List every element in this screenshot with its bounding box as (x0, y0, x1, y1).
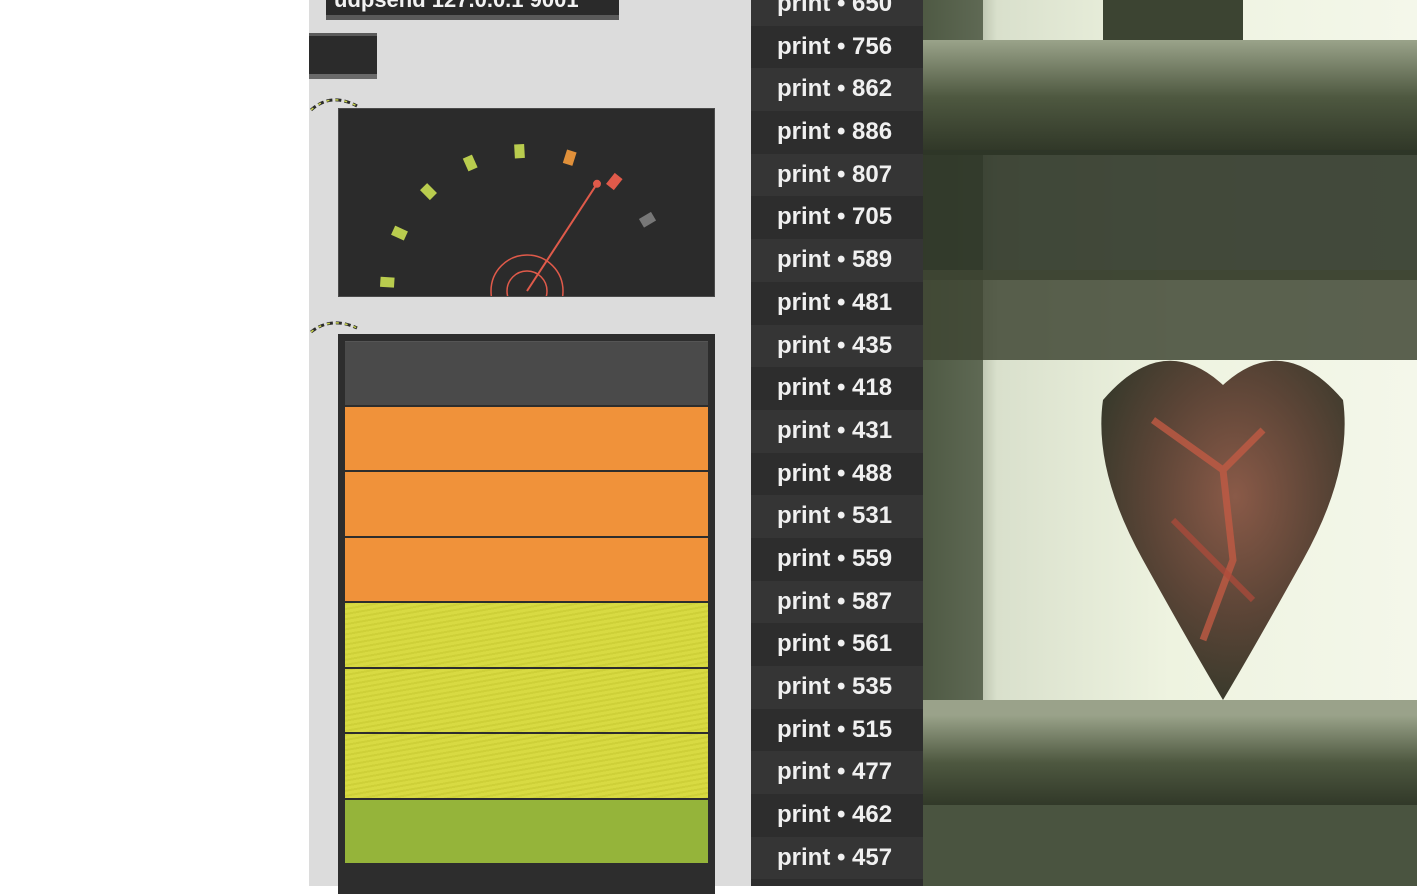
console-line: print • 650 (751, 0, 923, 26)
console-lines: print • 650 print • 756 print • 862 print •… (751, 0, 923, 886)
console-line: print • 457 (751, 836, 923, 880)
console-line: print • 561 (751, 623, 923, 666)
max-console[interactable]: print • 650 print • 756 print • 862 print •… (751, 0, 923, 886)
console-line: print • 477 (751, 751, 923, 795)
console-line: print • 481 (751, 281, 923, 325)
hydraulic-press-heart-image (923, 0, 1417, 886)
meter-segment-yellow (345, 734, 708, 800)
gauge-face (379, 143, 657, 296)
console-line: print • 535 (751, 666, 923, 709)
console-line: print • 418 (751, 367, 923, 410)
console-line: print • 488 (751, 452, 923, 496)
meter-segment-orange (345, 472, 708, 538)
udpsend-label: udpsend 127.0.0.1 9001 (334, 0, 579, 12)
console-line: print • 430 (751, 879, 923, 886)
console-line: print • 435 (751, 324, 923, 368)
gauge-tick (514, 143, 525, 159)
gauge-hub-inner-ring (506, 270, 548, 296)
console-line: print • 587 (751, 580, 923, 624)
meter-segment-yellow (345, 668, 708, 734)
meter-segment-off (345, 341, 708, 407)
gauge-needle-tip (593, 179, 601, 188)
gauge-tick (391, 225, 408, 241)
gauge-tick (606, 172, 623, 191)
console-line: print • 515 (751, 708, 923, 752)
gauge-tick (638, 211, 657, 228)
gauge-tick (379, 276, 395, 288)
message-box[interactable] (309, 33, 377, 79)
udpsend-object[interactable]: udpsend 127.0.0.1 9001 (326, 0, 619, 20)
max-patcher-canvas: udpsend 127.0.0.1 9001 (309, 0, 751, 894)
meter-segment-yellow (345, 603, 708, 669)
console-line: print • 589 (751, 239, 923, 282)
console-line: print • 862 (751, 68, 923, 112)
meter-segment-orange (345, 537, 708, 603)
console-line: print • 807 (751, 153, 923, 197)
console-line: print • 559 (751, 537, 923, 581)
gauge-tick (420, 183, 437, 201)
level-meter[interactable] (338, 334, 715, 894)
console-line: print • 531 (751, 495, 923, 538)
console-line: print • 462 (751, 794, 923, 837)
console-line: print • 705 (751, 196, 923, 240)
dial-gauge[interactable] (338, 108, 715, 297)
video-preview (923, 0, 1417, 886)
meter-segment-green (345, 799, 708, 865)
console-line: print • 886 (751, 111, 923, 154)
gauge-tick (462, 154, 478, 172)
gauge-needle (526, 183, 598, 292)
gauge-tick (562, 149, 577, 166)
console-line: print • 756 (751, 25, 923, 69)
meter-segment-orange (345, 406, 708, 472)
console-line: print • 431 (751, 409, 923, 453)
gauge-ticks (379, 143, 657, 288)
